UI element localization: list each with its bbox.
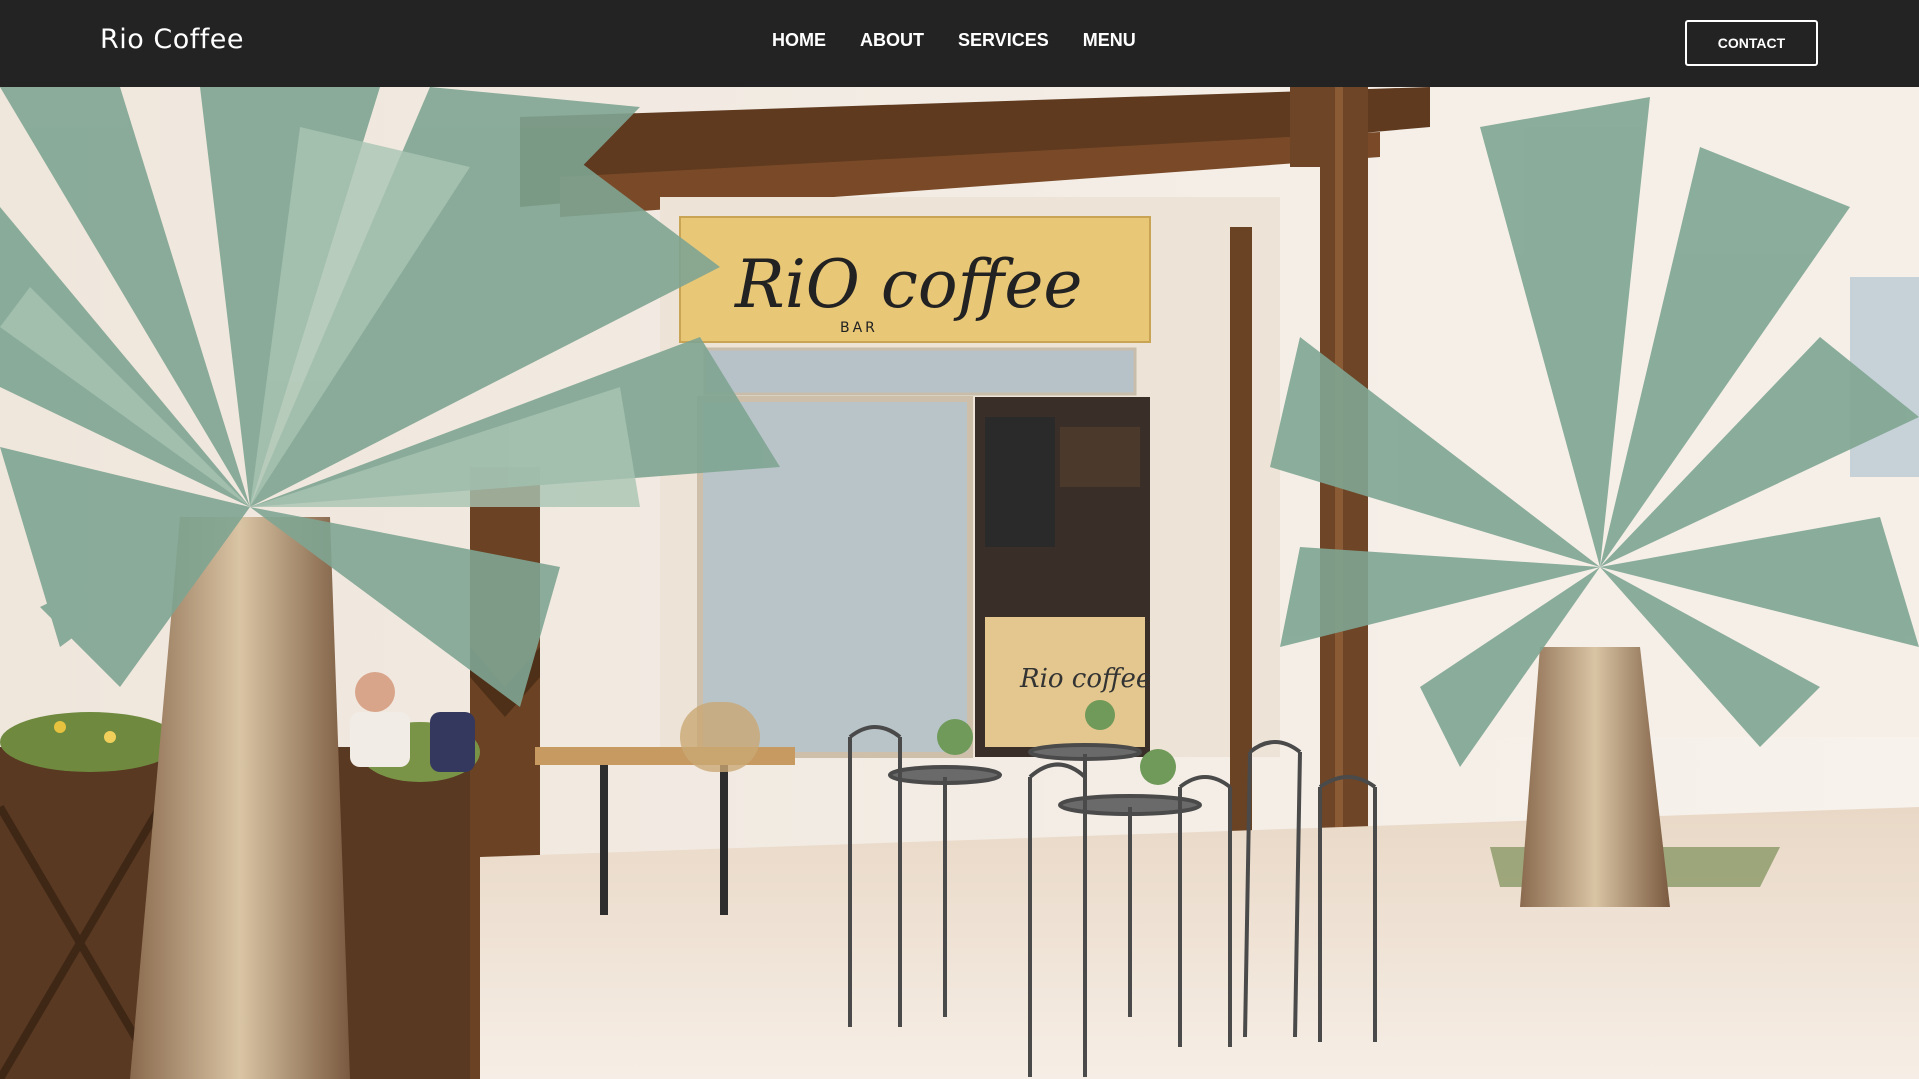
flower [54,721,66,733]
hero-image: RiO coffee BAR Rio coffee [0,87,1919,1079]
table-leg [600,765,608,915]
customer-head [355,672,395,712]
flower [104,731,116,743]
brand-logo[interactable]: Rio Coffee [100,24,244,55]
cafe-sign-text: RiO coffee [734,246,1082,323]
rattan-chair [680,702,760,772]
customer-body [430,712,475,772]
transom-window [703,347,1137,396]
potted-plant [1140,749,1176,785]
chalkboard [985,417,1055,547]
main-nav: HOME ABOUT SERVICES MENU [772,30,1136,51]
top-navbar: Rio Coffee HOME ABOUT SERVICES MENU CONT… [0,0,1919,87]
table-leg [720,765,728,915]
cafe-storefront-photo: RiO coffee BAR Rio coffee [0,87,1919,1079]
cafe-sign-subtext: BAR [840,320,878,336]
nav-about[interactable]: ABOUT [860,30,924,51]
pergola-rafter [1290,87,1320,167]
contact-button[interactable]: CONTACT [1685,20,1818,66]
bottle-shelf [1060,427,1140,487]
customer-body [350,712,410,767]
nav-services[interactable]: SERVICES [958,30,1049,51]
counter-logo: Rio coffee [1019,664,1151,694]
potted-plant [937,719,973,755]
flower-bush [0,712,180,772]
nav-home[interactable]: HOME [772,30,826,51]
potted-plant [1085,700,1115,730]
nav-menu[interactable]: MENU [1083,30,1136,51]
